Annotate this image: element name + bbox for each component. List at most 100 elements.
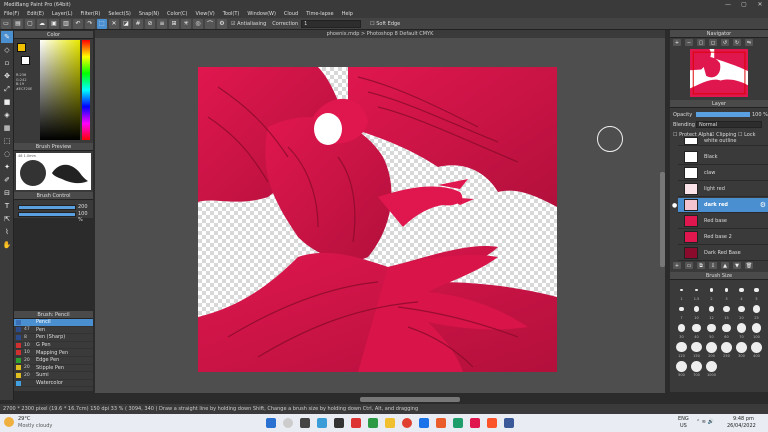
layer-row[interactable]: claw: [678, 166, 768, 181]
menu-snap[interactable]: Snap(N): [135, 10, 163, 18]
file-explorer-icon[interactable]: [385, 418, 395, 428]
brush-item[interactable]: 10 Mapping Pen: [14, 349, 93, 357]
invert-selection-icon[interactable]: ◪: [121, 18, 131, 29]
layer-settings-gear-icon[interactable]: ⚙: [760, 201, 766, 209]
brush-size-option[interactable]: [721, 341, 732, 353]
app-icon-navy[interactable]: [504, 418, 514, 428]
brush-size-slider[interactable]: [18, 205, 76, 210]
magic-wand-icon[interactable]: ✦: [1, 161, 13, 173]
select-pen-icon[interactable]: ✐: [1, 174, 13, 186]
grid-icon[interactable]: #: [133, 18, 143, 29]
app-icon-orange[interactable]: [436, 418, 446, 428]
zoom-in-icon[interactable]: +: [673, 39, 681, 46]
snap-off-icon[interactable]: ⊘: [145, 18, 155, 29]
menu-tool[interactable]: Tool(T): [219, 10, 244, 18]
drawing-canvas[interactable]: [198, 67, 557, 372]
layer-opacity-slider[interactable]: [696, 112, 750, 117]
snap-circle-icon[interactable]: ◎: [193, 18, 203, 29]
export-icon[interactable]: ▥: [61, 18, 71, 29]
chrome-icon[interactable]: [402, 418, 412, 428]
brush-size-option[interactable]: [680, 288, 683, 292]
app-icon-red[interactable]: [351, 418, 361, 428]
rotate-left-icon[interactable]: ↺: [721, 39, 729, 46]
brush-size-option[interactable]: [751, 341, 762, 353]
gradient-tool-icon[interactable]: ▦: [1, 122, 13, 134]
layer-row[interactable]: Red base 2: [678, 230, 768, 245]
saturation-value-picker[interactable]: [40, 40, 80, 140]
text-tool-icon[interactable]: T: [1, 200, 13, 212]
deselect-icon[interactable]: ✕: [109, 18, 119, 29]
snap-parallel-icon[interactable]: ≡: [157, 18, 167, 29]
blending-select[interactable]: Normal: [696, 121, 762, 128]
hand-tool-icon[interactable]: ✋: [1, 239, 13, 251]
actual-size-icon[interactable]: ◻: [709, 39, 717, 46]
layer-row[interactable]: Dark Red Base: [678, 246, 768, 261]
brush-size-option[interactable]: [736, 341, 747, 353]
layer-row[interactable]: light red: [678, 182, 768, 197]
horizontal-scrollbar[interactable]: [360, 397, 460, 402]
menu-cloud[interactable]: Cloud: [280, 10, 302, 18]
region-label[interactable]: US: [680, 423, 687, 429]
rotate-right-icon[interactable]: ↻: [733, 39, 741, 46]
bucket-tool-icon[interactable]: ◈: [1, 109, 13, 121]
transform-tool-icon[interactable]: ⤢: [1, 83, 13, 95]
brush-item[interactable]: 47 Pen: [14, 327, 93, 335]
menu-view[interactable]: View(V): [192, 10, 219, 18]
tray-icons[interactable]: ⌃ ≋ 🔊: [696, 419, 714, 425]
menu-file[interactable]: File(F): [0, 10, 23, 18]
brush-size-option[interactable]: [677, 324, 686, 332]
add-layer-icon[interactable]: +: [673, 262, 681, 269]
open-file-icon[interactable]: ▤: [13, 18, 23, 29]
clock-time[interactable]: 9:48 pm: [733, 416, 754, 422]
brush-size-option[interactable]: [723, 305, 730, 313]
eyedropper-tool-icon[interactable]: ⌇: [1, 226, 13, 238]
flip-icon[interactable]: ⇋: [745, 39, 753, 46]
brush-item[interactable]: 8 Pen (Sharp): [14, 334, 93, 342]
vertical-scrollbar[interactable]: [660, 172, 665, 267]
brush-size-option[interactable]: [679, 306, 684, 312]
layer-row[interactable]: Black: [678, 150, 768, 165]
brush-item[interactable]: 10 G Pen: [14, 342, 93, 350]
brush-size-option[interactable]: [706, 341, 717, 353]
layer-row[interactable]: Red base: [678, 214, 768, 229]
close-button[interactable]: ✕: [752, 0, 768, 10]
start-icon[interactable]: [266, 418, 276, 428]
new-file-icon[interactable]: ▭: [1, 18, 11, 29]
widgets-icon[interactable]: [317, 418, 327, 428]
task-view-icon[interactable]: [300, 418, 310, 428]
brush-size-option[interactable]: [676, 341, 687, 353]
medibang-taskbar-icon[interactable]: [334, 418, 344, 428]
antialiasing-checkbox[interactable]: ☑ Antialiasing: [231, 21, 266, 27]
menu-select[interactable]: Select(S): [104, 10, 135, 18]
select-all-icon[interactable]: ⬚: [97, 18, 107, 29]
brush-size-option[interactable]: [738, 305, 745, 313]
correction-select[interactable]: 1: [301, 19, 362, 28]
language-label[interactable]: ENG: [678, 416, 689, 422]
duplicate-layer-icon[interactable]: ⧉: [697, 262, 705, 269]
app-icon-pink[interactable]: [470, 418, 480, 428]
move-down-icon[interactable]: ▼: [733, 262, 741, 269]
brush-size-option[interactable]: [708, 306, 715, 312]
brush-size-option[interactable]: [695, 288, 698, 292]
brush-size-option[interactable]: [722, 323, 731, 333]
move-up-icon[interactable]: ▲: [721, 262, 729, 269]
clock-date[interactable]: 26/04/2022: [727, 423, 756, 429]
comment-icon[interactable]: ▢: [25, 18, 35, 29]
brush-item[interactable]: 20 Sumi: [14, 372, 93, 380]
brush-size-option[interactable]: [692, 323, 701, 333]
snap-curve-icon[interactable]: ⌒: [205, 18, 215, 29]
menu-timelapse[interactable]: Time-lapse: [302, 10, 337, 18]
brush-size-option[interactable]: [691, 360, 702, 372]
menu-color[interactable]: Color(C): [163, 10, 191, 18]
menu-filter[interactable]: Filter(R): [77, 10, 105, 18]
operation-tool-icon[interactable]: ⇱: [1, 213, 13, 225]
snap-settings-icon[interactable]: ⚙: [217, 18, 227, 29]
brush-opacity-slider[interactable]: [18, 212, 76, 217]
app-icon-blue[interactable]: [419, 418, 429, 428]
brush-item[interactable]: Pencil: [14, 319, 93, 327]
move-tool-icon[interactable]: ✥: [1, 70, 13, 82]
brush-size-option[interactable]: [752, 305, 761, 313]
minimize-button[interactable]: —: [720, 0, 736, 10]
redo-icon[interactable]: ↷: [85, 18, 95, 29]
add-folder-icon[interactable]: ▭: [685, 262, 693, 269]
